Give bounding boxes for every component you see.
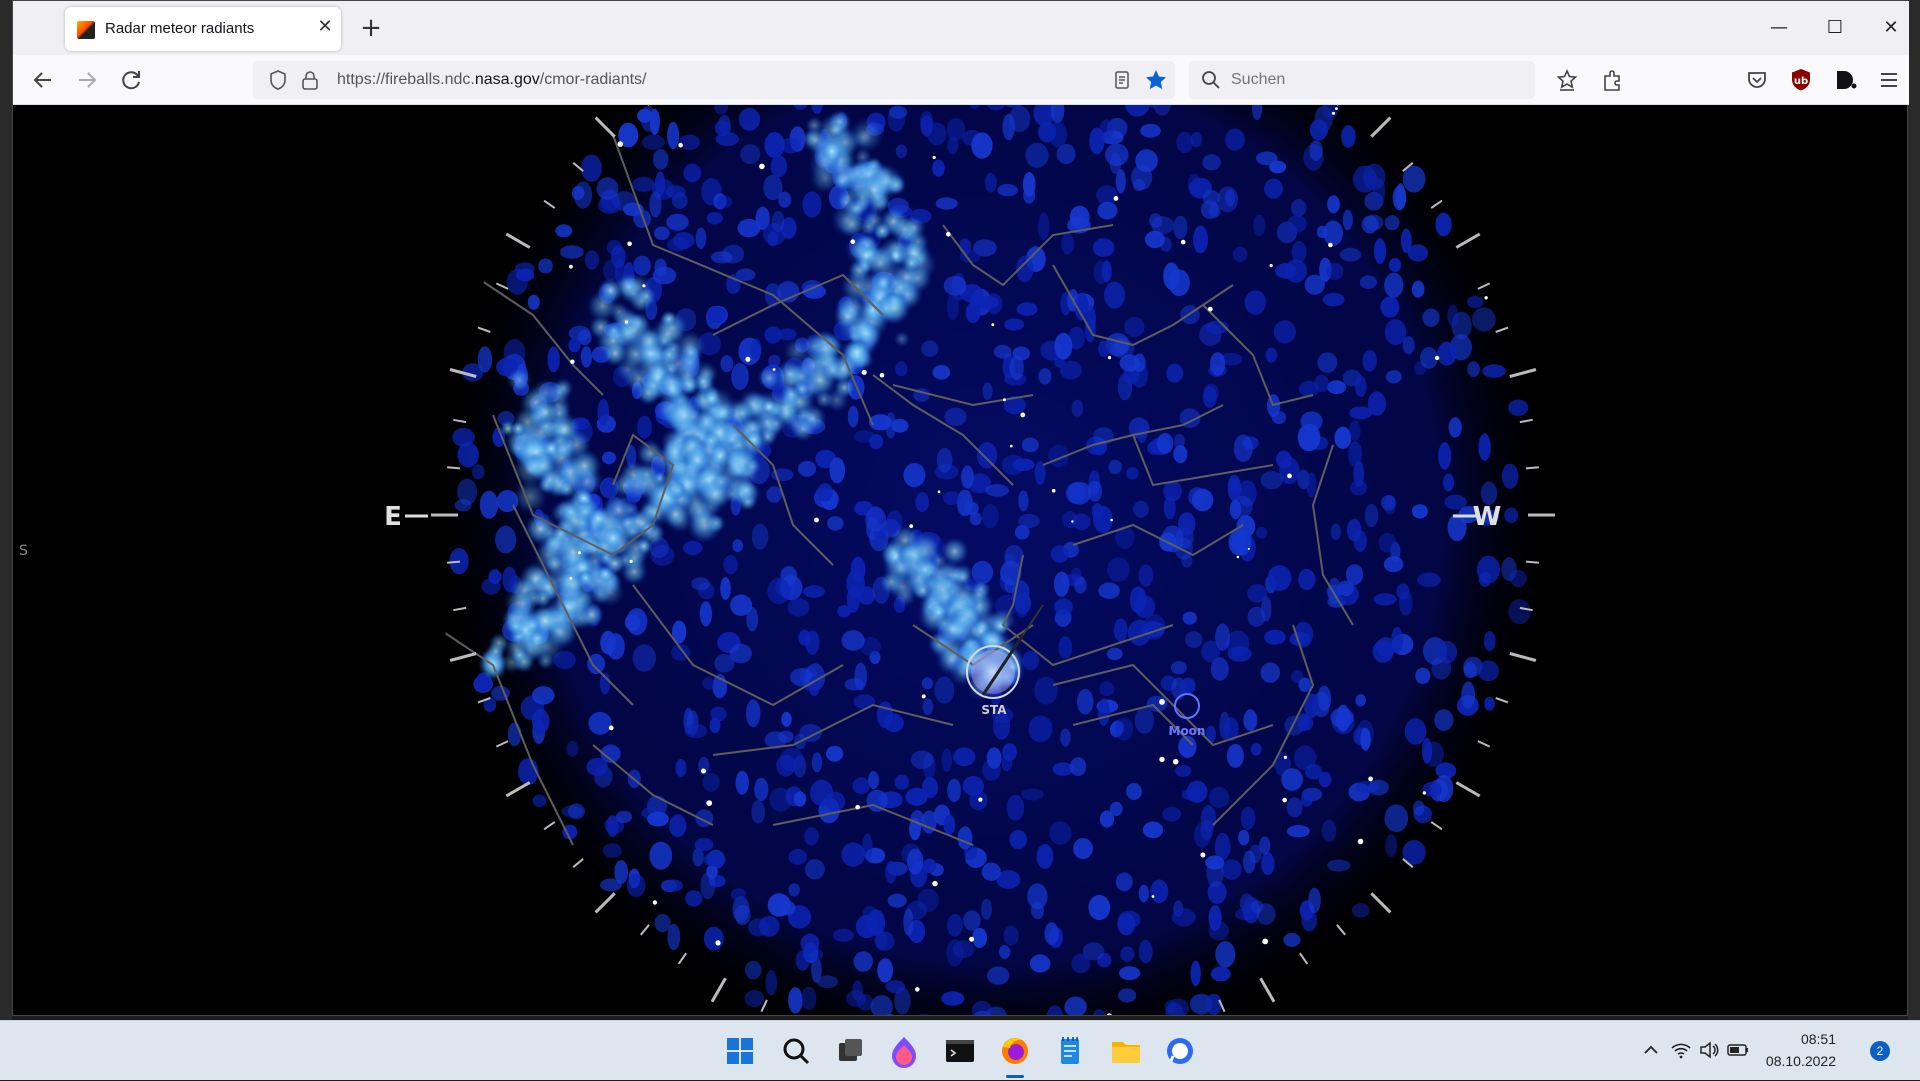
new-tab-button[interactable]: + xyxy=(355,13,387,45)
arrow-left-icon xyxy=(27,64,59,96)
windows-start-icon[interactable] xyxy=(720,1031,760,1071)
terminal-icon[interactable] xyxy=(940,1031,980,1071)
chevron-up-icon[interactable] xyxy=(1640,1039,1662,1061)
tab-radar-meteor-radiants[interactable]: Radar meteor radiants ✕ xyxy=(65,7,341,51)
taskbar: 08:51 08.10.2022 2 xyxy=(0,1020,1920,1080)
desktop-edge-right xyxy=(1908,0,1920,1020)
wifi-icon[interactable] xyxy=(1670,1039,1692,1061)
left-edge-fragment-top: S xyxy=(19,543,28,559)
colorful-app-icon[interactable] xyxy=(884,1031,924,1071)
desktop-edge-left xyxy=(0,0,12,1020)
browser-window: Radar meteor radiants ✕ + — ☐ ✕ https://… xyxy=(12,0,1908,1016)
firefox-active-indicator xyxy=(1006,1075,1024,1078)
clock-time[interactable]: 08:51 xyxy=(1801,1031,1836,1047)
lock-icon[interactable] xyxy=(299,69,321,91)
forward-button[interactable] xyxy=(71,64,103,96)
maximize-button[interactable]: ☐ xyxy=(1817,11,1853,45)
url-domain: nasa.gov xyxy=(475,71,540,88)
sky-disk xyxy=(433,105,1553,1015)
east-label: E xyxy=(384,502,402,532)
search-input[interactable] xyxy=(1231,61,1521,99)
signal-icon[interactable] xyxy=(1160,1031,1200,1071)
tab-close-button[interactable]: ✕ xyxy=(313,15,337,39)
back-button[interactable] xyxy=(27,64,59,96)
taskbar-search-icon[interactable] xyxy=(776,1031,816,1071)
url-bar[interactable]: https://fireballs.ndc.nasa.gov/cmor-radi… xyxy=(253,61,1175,99)
tab-bar: Radar meteor radiants ✕ + — ☐ ✕ xyxy=(13,1,1909,55)
page-content: E W STA Moon S F xyxy=(13,105,1907,1015)
minimize-button[interactable]: — xyxy=(1761,11,1797,45)
arrow-right-icon xyxy=(71,64,103,96)
hamburger-menu-icon[interactable] xyxy=(1875,66,1903,94)
notification-badge[interactable]: 2 xyxy=(1870,1041,1890,1061)
tab-title: Radar meteor radiants xyxy=(105,20,254,37)
file-explorer-icon[interactable] xyxy=(1106,1031,1146,1071)
bookmark-manager-icon[interactable] xyxy=(1553,66,1581,94)
reader-view-icon[interactable] xyxy=(1111,69,1133,91)
sta-label: STA xyxy=(981,703,1007,717)
svg-text:ub: ub xyxy=(1794,76,1808,87)
firefox-icon[interactable] xyxy=(995,1031,1035,1071)
bookmark-star-icon[interactable] xyxy=(1143,67,1169,93)
notepad-icon[interactable] xyxy=(1050,1031,1090,1071)
west-label: W xyxy=(1473,502,1502,532)
close-window-button[interactable]: ✕ xyxy=(1873,11,1909,45)
reload-button[interactable] xyxy=(115,64,147,96)
url-text[interactable]: https://fireballs.ndc.nasa.gov/cmor-radi… xyxy=(337,71,646,89)
shield-icon[interactable] xyxy=(267,69,289,91)
clock-date[interactable]: 08.10.2022 xyxy=(1766,1053,1836,1069)
battery-icon[interactable] xyxy=(1726,1039,1750,1061)
extensions-icon[interactable] xyxy=(1599,66,1627,94)
direction-east: E xyxy=(384,502,428,532)
reload-icon xyxy=(115,64,147,96)
search-bar[interactable] xyxy=(1189,61,1535,99)
task-view-icon[interactable] xyxy=(830,1031,870,1071)
pocket-icon[interactable] xyxy=(1743,66,1771,94)
volume-icon[interactable] xyxy=(1698,1039,1720,1061)
url-path: /cmor-radiants/ xyxy=(540,71,647,88)
ublock-origin-icon[interactable]: ub xyxy=(1787,66,1815,94)
fireball-favicon-icon xyxy=(77,21,95,39)
url-prefix: https://fireballs.ndc. xyxy=(337,71,475,88)
system-tray: 08:51 08.10.2022 2 xyxy=(1620,1021,1920,1081)
radiant-sky-map[interactable]: E W STA Moon xyxy=(13,105,1907,1015)
navigation-bar: https://fireballs.ndc.nasa.gov/cmor-radi… xyxy=(13,55,1909,105)
moon-label: Moon xyxy=(1169,724,1206,738)
search-icon xyxy=(1201,70,1221,90)
deepl-extension-icon[interactable] xyxy=(1831,66,1859,94)
